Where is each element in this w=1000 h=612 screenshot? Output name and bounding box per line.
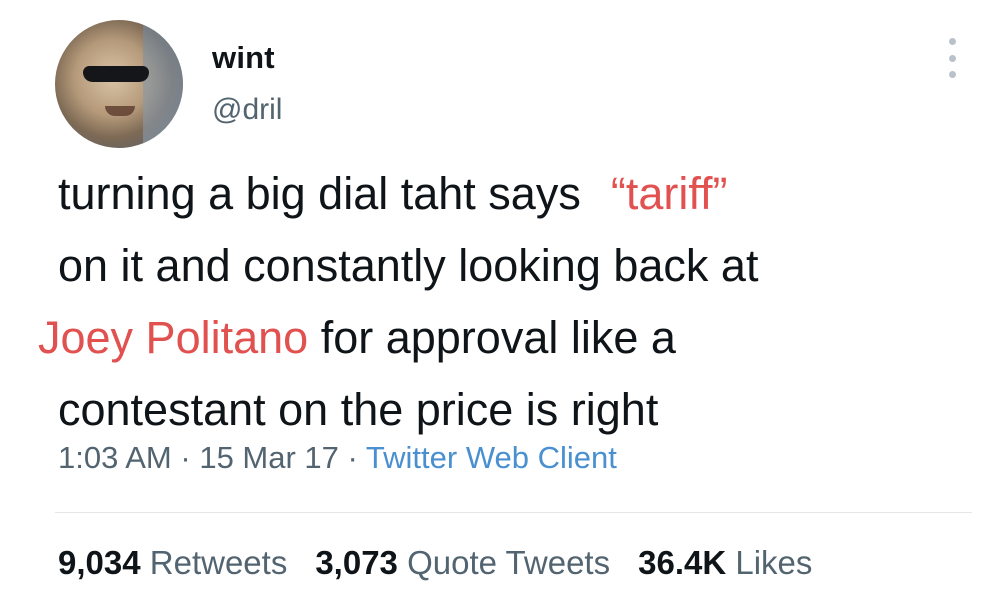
tweet-time[interactable]: 1:03 AM — [58, 440, 172, 475]
avatar-background — [143, 20, 183, 148]
quote-tweets-count: 3,073 — [315, 544, 398, 581]
author-display-name[interactable]: wint — [212, 40, 275, 76]
tweet-text-segment: for approval like a — [320, 312, 676, 363]
divider — [55, 512, 972, 513]
meta-separator: · — [180, 440, 191, 475]
tweet-text-segment: turning a big dial taht says — [58, 168, 581, 219]
author-handle[interactable]: @dril — [212, 93, 282, 127]
retweets-stat[interactable]: 9,034 Retweets — [58, 544, 287, 582]
tweet-date[interactable]: 15 Mar 17 — [199, 440, 339, 475]
tweet-meta: 1:03 AM · 15 Mar 17 · Twitter Web Client — [58, 440, 617, 476]
more-options-button[interactable] — [940, 38, 964, 78]
quote-tweets-label: Quote Tweets — [407, 544, 611, 581]
tweet-text-highlight: Joey Politano — [38, 312, 309, 363]
likes-label: Likes — [735, 544, 813, 581]
quote-tweets-stat[interactable]: 3,073 Quote Tweets — [315, 544, 610, 582]
tweet-stats: 9,034 Retweets 3,073 Quote Tweets 36.4K … — [58, 544, 812, 582]
more-vertical-icon — [948, 38, 956, 45]
avatar[interactable] — [55, 20, 183, 148]
tweet-text-highlight: “tariff” — [610, 168, 728, 219]
likes-count: 36.4K — [638, 544, 727, 581]
retweets-label: Retweets — [149, 544, 288, 581]
avatar-mouth — [105, 106, 135, 116]
likes-stat[interactable]: 36.4K Likes — [638, 544, 812, 582]
tweet-line: contestant on the price is right — [58, 384, 659, 435]
tweet-line: on it and constantly looking back at — [58, 240, 759, 291]
tweet-line: Joey Politano for approval like a — [38, 302, 968, 374]
retweets-count: 9,034 — [58, 544, 141, 581]
tweet-text: turning a big dial taht says “tariff” on … — [38, 158, 968, 446]
more-vertical-icon-dot — [948, 71, 956, 78]
tweet-line: turning a big dial taht says “tariff” — [38, 158, 968, 230]
avatar-sunglasses — [83, 66, 149, 82]
tweet-source-link[interactable]: Twitter Web Client — [366, 440, 617, 475]
tweet-card: wint @dril turning a big dial taht says “… — [0, 0, 1000, 612]
meta-separator: · — [347, 440, 358, 475]
more-vertical-icon-dot — [948, 54, 956, 62]
